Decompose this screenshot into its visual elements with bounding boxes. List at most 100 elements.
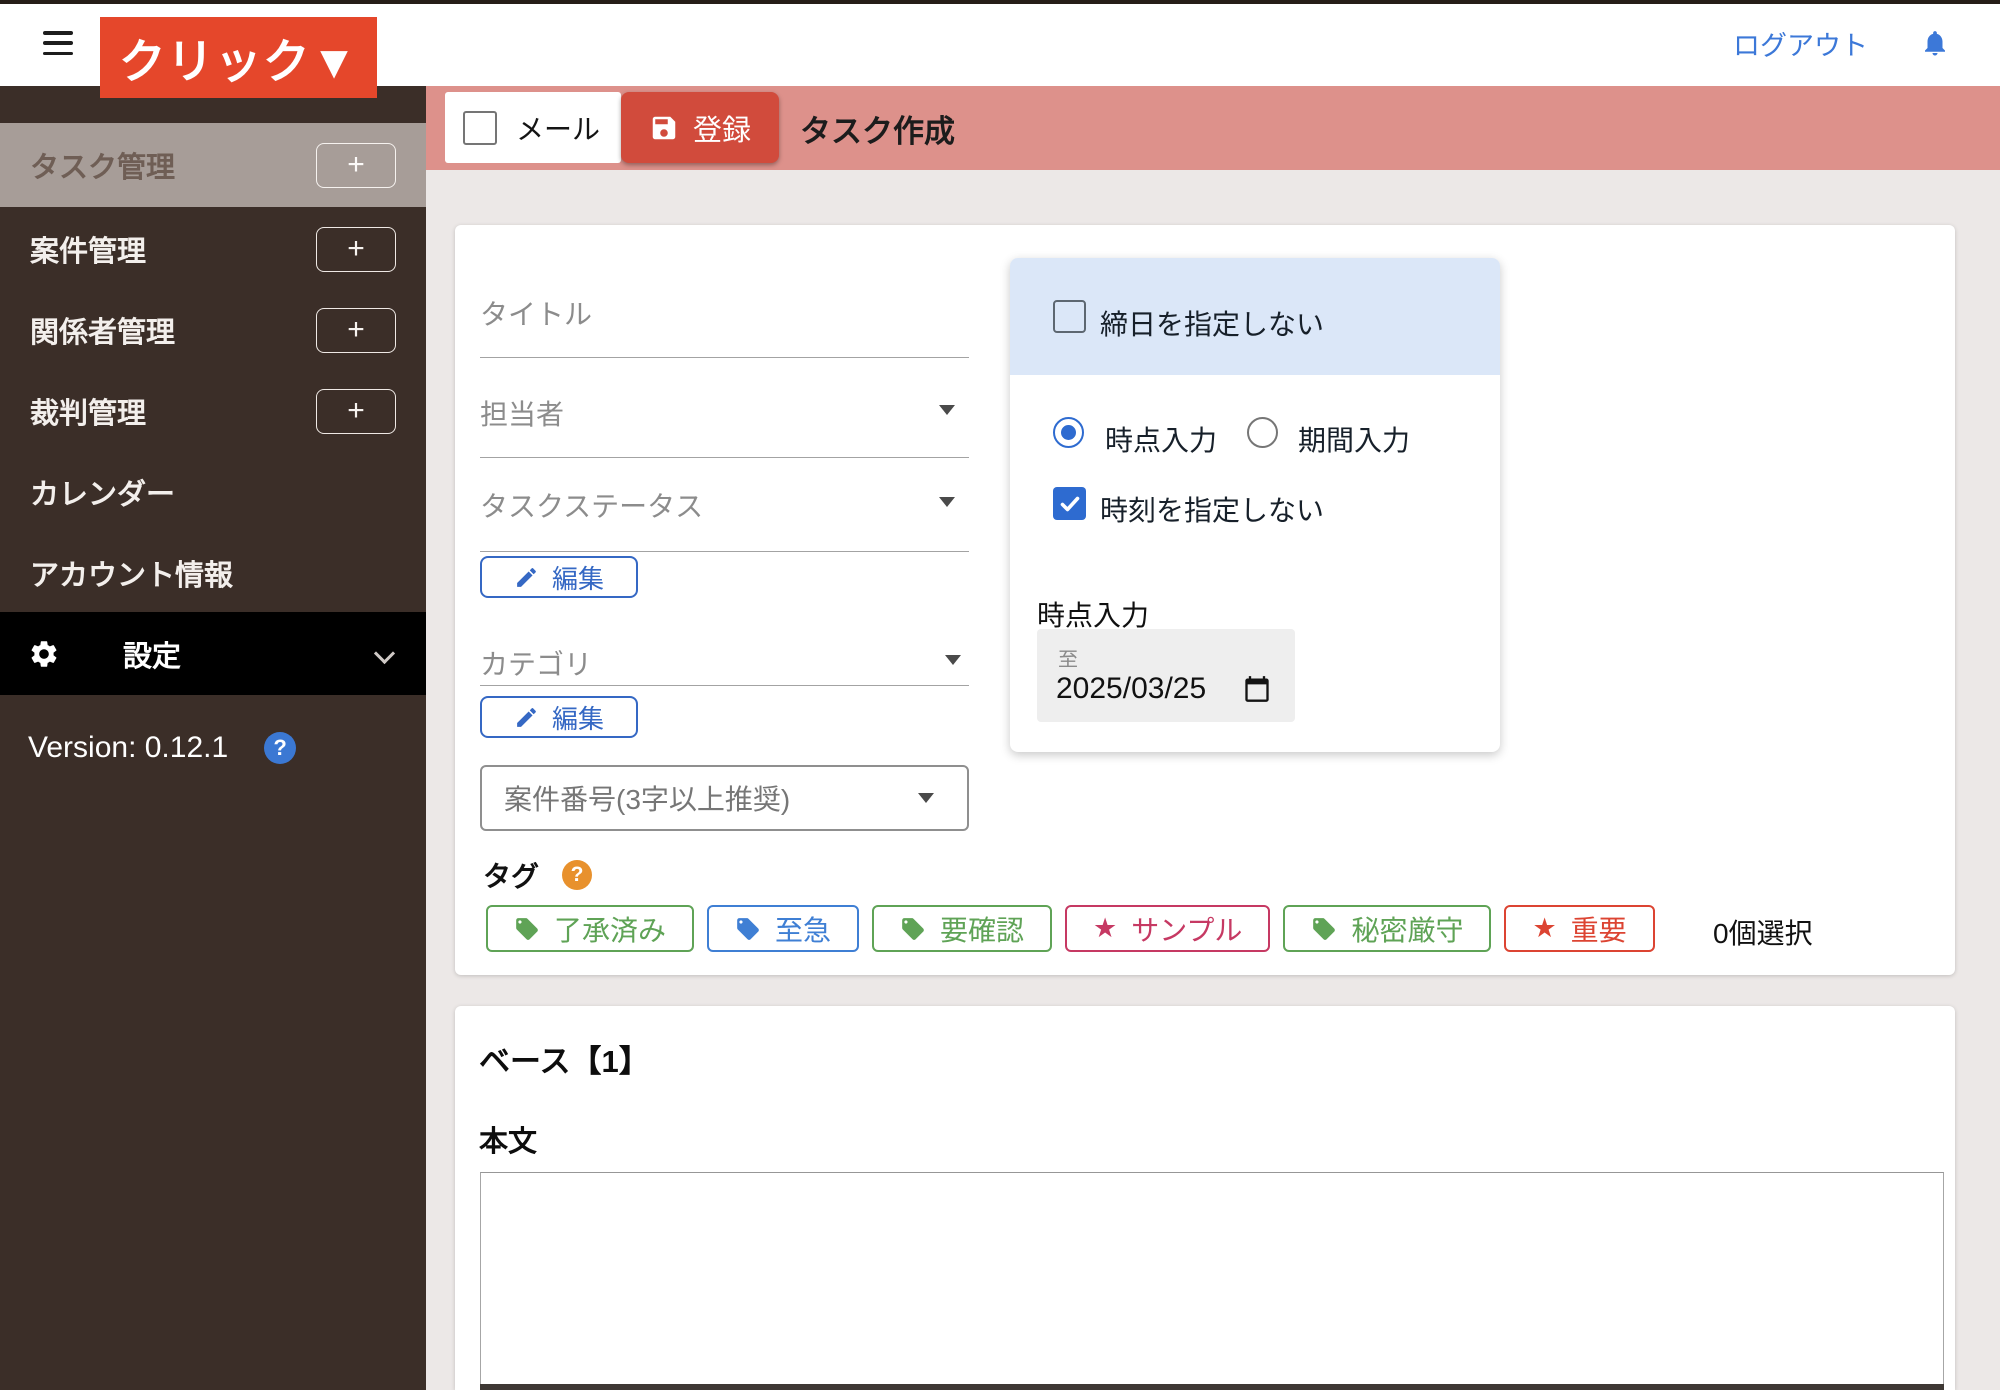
- dropdown-caret-icon[interactable]: [939, 405, 955, 415]
- sidebar-item-party-management[interactable]: 関係者管理 +: [0, 288, 426, 372]
- no-time-checkbox[interactable]: [1053, 487, 1086, 520]
- tags-selected-count: 0個選択: [1713, 912, 1813, 952]
- chevron-down-icon: [374, 643, 395, 664]
- star-icon: ★: [1532, 915, 1556, 942]
- tag-icon: [735, 916, 761, 942]
- tags-label: タグ: [483, 855, 539, 895]
- title-field-underline: [480, 357, 969, 358]
- dropdown-caret-icon[interactable]: [939, 497, 955, 507]
- add-task-button[interactable]: +: [316, 143, 396, 188]
- pencil-icon: [514, 565, 539, 590]
- tag-button[interactable]: 至急: [707, 905, 859, 952]
- notification-bell-icon[interactable]: [1920, 0, 1950, 86]
- base-section-title: ベース【1】: [479, 1036, 650, 1081]
- settings-label: 設定: [123, 633, 181, 675]
- tag-label: 要確認: [940, 909, 1024, 949]
- tag-button-row: 了承済み 至急 要確認 ★ サンプル 秘密厳守 ★ 重要: [486, 905, 1655, 952]
- date-value: 2025/03/25: [1056, 672, 1206, 706]
- no-deadline-checkbox[interactable]: [1053, 300, 1086, 333]
- page-header-bar: メール 登録 タスク作成: [426, 86, 2000, 170]
- tag-label: 了承済み: [554, 909, 666, 949]
- deadline-panel-header: 締日を指定しない: [1010, 258, 1500, 375]
- sidebar-item-task-management[interactable]: タスク管理 +: [0, 123, 426, 207]
- app-logo[interactable]: クリック▼: [100, 17, 377, 98]
- dropdown-caret-icon: [918, 793, 934, 803]
- edit-label: 編集: [552, 699, 604, 736]
- mail-checkbox[interactable]: [463, 111, 497, 145]
- date-prefix-label: 至: [1058, 643, 1078, 672]
- gear-icon: [28, 638, 60, 670]
- task-form-card: タイトル 担当者 タスクステータス 編集 カテゴリ 編集 案件番号(3字以上推奨…: [455, 225, 1955, 975]
- edit-label: 編集: [552, 559, 604, 596]
- sidebar-item-label: カレンダー: [30, 471, 175, 513]
- tag-label: サンプル: [1131, 909, 1242, 949]
- assignee-underline: [480, 457, 969, 458]
- viewport-bottom-edge: [480, 1384, 1944, 1390]
- sidebar-item-label: 裁判管理: [30, 390, 146, 432]
- tags-help-icon[interactable]: ?: [562, 860, 592, 890]
- add-case-button[interactable]: +: [316, 227, 396, 272]
- point-input-label: 時点入力: [1105, 419, 1217, 459]
- tag-button[interactable]: ★ サンプル: [1065, 905, 1270, 952]
- base-section-card: ベース【1】 本文: [455, 1006, 1955, 1390]
- star-icon: ★: [1093, 915, 1117, 942]
- tag-label: 至急: [775, 909, 831, 949]
- version-text: Version: 0.12.1: [28, 731, 228, 765]
- sidebar-item-label: 案件管理: [30, 228, 146, 270]
- deadline-date-input[interactable]: 至 2025/03/25: [1037, 629, 1295, 722]
- register-button[interactable]: 登録: [621, 92, 779, 163]
- dropdown-caret-icon[interactable]: [945, 655, 961, 665]
- calendar-icon[interactable]: [1243, 675, 1271, 703]
- assignee-select[interactable]: 担当者: [480, 393, 564, 433]
- case-number-placeholder: 案件番号(3字以上推奨): [504, 778, 790, 818]
- add-party-button[interactable]: +: [316, 308, 396, 353]
- point-input-section-label: 時点入力: [1037, 594, 1149, 634]
- tag-button[interactable]: 要確認: [872, 905, 1052, 952]
- mail-toggle-button[interactable]: メール: [445, 92, 621, 163]
- deadline-panel: 締日を指定しない 時点入力 期間入力 時刻を指定しない 時点入力 至 2025/…: [1010, 258, 1500, 752]
- sidebar-item-case-management[interactable]: 案件管理 +: [0, 207, 426, 291]
- check-icon: [1058, 492, 1082, 516]
- edit-status-button[interactable]: 編集: [480, 556, 638, 598]
- mail-label: メール: [516, 108, 600, 148]
- tag-label: 重要: [1571, 909, 1627, 949]
- body-textarea[interactable]: [480, 1172, 1944, 1390]
- point-input-radio[interactable]: [1053, 417, 1084, 448]
- sidebar-item-label: タスク管理: [30, 144, 175, 186]
- logout-link[interactable]: ログアウト: [1733, 0, 1868, 86]
- sidebar-item-calendar[interactable]: カレンダー: [0, 450, 426, 534]
- hamburger-menu-icon[interactable]: [43, 31, 73, 55]
- page-title: タスク作成: [800, 86, 955, 170]
- sidebar-item-account-info[interactable]: アカウント情報: [0, 531, 426, 615]
- tag-button[interactable]: ★ 重要: [1504, 905, 1654, 952]
- sidebar: タスク管理 + 案件管理 + 関係者管理 + 裁判管理 + カレンダー アカウン…: [0, 86, 426, 1390]
- body-label: 本文: [479, 1118, 537, 1160]
- tag-label: 秘密厳守: [1351, 909, 1463, 949]
- tag-icon: [900, 916, 926, 942]
- tag-button[interactable]: 秘密厳守: [1283, 905, 1491, 952]
- no-time-label: 時刻を指定しない: [1100, 489, 1324, 529]
- category-underline: [480, 685, 969, 686]
- save-icon: [649, 113, 679, 143]
- no-deadline-label: 締日を指定しない: [1100, 303, 1324, 343]
- edit-category-button[interactable]: 編集: [480, 696, 638, 738]
- sidebar-item-label: 関係者管理: [30, 309, 175, 351]
- sidebar-item-settings[interactable]: 設定: [0, 612, 426, 695]
- category-select[interactable]: カテゴリ: [480, 643, 592, 683]
- period-input-radio[interactable]: [1247, 417, 1278, 448]
- sidebar-item-trial-management[interactable]: 裁判管理 +: [0, 369, 426, 453]
- period-input-label: 期間入力: [1298, 419, 1410, 459]
- tag-button[interactable]: 了承済み: [486, 905, 694, 952]
- pencil-icon: [514, 705, 539, 730]
- tag-icon: [514, 916, 540, 942]
- add-trial-button[interactable]: +: [316, 389, 396, 434]
- sidebar-item-label: アカウント情報: [30, 552, 233, 594]
- tag-icon: [1311, 916, 1337, 942]
- title-field[interactable]: タイトル: [480, 293, 592, 333]
- status-underline: [480, 551, 969, 552]
- case-number-select[interactable]: 案件番号(3字以上推奨): [480, 765, 969, 831]
- task-status-select[interactable]: タスクステータス: [480, 485, 703, 525]
- window-top-edge: [0, 0, 2000, 4]
- tags-section-title: タグ ?: [483, 855, 592, 895]
- version-help-icon[interactable]: ?: [264, 732, 296, 764]
